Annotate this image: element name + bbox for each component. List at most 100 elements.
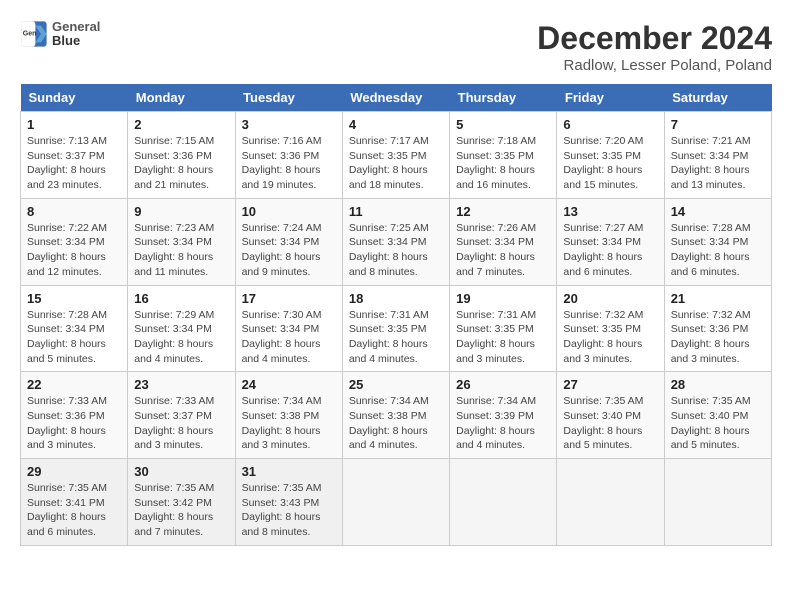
calendar-cell bbox=[557, 459, 664, 546]
calendar-day-header: Thursday bbox=[450, 84, 557, 112]
calendar-cell: 17 Sunrise: 7:30 AM Sunset: 3:34 PM Dayl… bbox=[235, 285, 342, 372]
calendar-table: SundayMondayTuesdayWednesdayThursdayFrid… bbox=[20, 84, 772, 546]
calendar-cell: 28 Sunrise: 7:35 AM Sunset: 3:40 PM Dayl… bbox=[664, 372, 771, 459]
calendar-cell: 25 Sunrise: 7:34 AM Sunset: 3:38 PM Dayl… bbox=[342, 372, 449, 459]
title-area: December 2024 Radlow, Lesser Poland, Pol… bbox=[537, 20, 772, 74]
day-number: 10 bbox=[242, 204, 336, 219]
day-number: 16 bbox=[134, 291, 228, 306]
day-detail: Sunrise: 7:32 AM Sunset: 3:35 PM Dayligh… bbox=[563, 308, 657, 367]
day-detail: Sunrise: 7:13 AM Sunset: 3:37 PM Dayligh… bbox=[27, 134, 121, 193]
calendar-day-header: Friday bbox=[557, 84, 664, 112]
day-number: 21 bbox=[671, 291, 765, 306]
day-detail: Sunrise: 7:27 AM Sunset: 3:34 PM Dayligh… bbox=[563, 221, 657, 280]
day-detail: Sunrise: 7:33 AM Sunset: 3:36 PM Dayligh… bbox=[27, 394, 121, 453]
day-detail: Sunrise: 7:33 AM Sunset: 3:37 PM Dayligh… bbox=[134, 394, 228, 453]
day-number: 17 bbox=[242, 291, 336, 306]
day-number: 19 bbox=[456, 291, 550, 306]
calendar-cell: 1 Sunrise: 7:13 AM Sunset: 3:37 PM Dayli… bbox=[21, 112, 128, 199]
day-number: 8 bbox=[27, 204, 121, 219]
calendar-cell: 12 Sunrise: 7:26 AM Sunset: 3:34 PM Dayl… bbox=[450, 198, 557, 285]
day-number: 29 bbox=[27, 464, 121, 479]
calendar-cell: 5 Sunrise: 7:18 AM Sunset: 3:35 PM Dayli… bbox=[450, 112, 557, 199]
day-detail: Sunrise: 7:18 AM Sunset: 3:35 PM Dayligh… bbox=[456, 134, 550, 193]
day-number: 24 bbox=[242, 377, 336, 392]
day-detail: Sunrise: 7:23 AM Sunset: 3:34 PM Dayligh… bbox=[134, 221, 228, 280]
calendar-header-row: SundayMondayTuesdayWednesdayThursdayFrid… bbox=[21, 84, 772, 112]
calendar-cell: 22 Sunrise: 7:33 AM Sunset: 3:36 PM Dayl… bbox=[21, 372, 128, 459]
day-number: 25 bbox=[349, 377, 443, 392]
calendar-cell: 27 Sunrise: 7:35 AM Sunset: 3:40 PM Dayl… bbox=[557, 372, 664, 459]
day-number: 1 bbox=[27, 117, 121, 132]
day-detail: Sunrise: 7:28 AM Sunset: 3:34 PM Dayligh… bbox=[671, 221, 765, 280]
day-detail: Sunrise: 7:31 AM Sunset: 3:35 PM Dayligh… bbox=[456, 308, 550, 367]
svg-text:Gen: Gen bbox=[23, 31, 37, 38]
page-subtitle: Radlow, Lesser Poland, Poland bbox=[537, 57, 772, 74]
calendar-cell: 4 Sunrise: 7:17 AM Sunset: 3:35 PM Dayli… bbox=[342, 112, 449, 199]
calendar-cell: 3 Sunrise: 7:16 AM Sunset: 3:36 PM Dayli… bbox=[235, 112, 342, 199]
day-detail: Sunrise: 7:34 AM Sunset: 3:39 PM Dayligh… bbox=[456, 394, 550, 453]
calendar-cell: 13 Sunrise: 7:27 AM Sunset: 3:34 PM Dayl… bbox=[557, 198, 664, 285]
calendar-cell: 10 Sunrise: 7:24 AM Sunset: 3:34 PM Dayl… bbox=[235, 198, 342, 285]
logo: Gen General Blue bbox=[20, 20, 100, 49]
day-detail: Sunrise: 7:30 AM Sunset: 3:34 PM Dayligh… bbox=[242, 308, 336, 367]
day-detail: Sunrise: 7:35 AM Sunset: 3:42 PM Dayligh… bbox=[134, 481, 228, 540]
day-number: 28 bbox=[671, 377, 765, 392]
calendar-cell: 20 Sunrise: 7:32 AM Sunset: 3:35 PM Dayl… bbox=[557, 285, 664, 372]
day-number: 15 bbox=[27, 291, 121, 306]
calendar-week-row: 22 Sunrise: 7:33 AM Sunset: 3:36 PM Dayl… bbox=[21, 372, 772, 459]
day-detail: Sunrise: 7:25 AM Sunset: 3:34 PM Dayligh… bbox=[349, 221, 443, 280]
day-detail: Sunrise: 7:17 AM Sunset: 3:35 PM Dayligh… bbox=[349, 134, 443, 193]
day-detail: Sunrise: 7:24 AM Sunset: 3:34 PM Dayligh… bbox=[242, 221, 336, 280]
day-detail: Sunrise: 7:35 AM Sunset: 3:41 PM Dayligh… bbox=[27, 481, 121, 540]
calendar-cell: 21 Sunrise: 7:32 AM Sunset: 3:36 PM Dayl… bbox=[664, 285, 771, 372]
page-title: December 2024 bbox=[537, 20, 772, 57]
calendar-cell bbox=[342, 459, 449, 546]
logo-line2: Blue bbox=[52, 34, 100, 48]
day-number: 9 bbox=[134, 204, 228, 219]
day-detail: Sunrise: 7:29 AM Sunset: 3:34 PM Dayligh… bbox=[134, 308, 228, 367]
calendar-day-header: Tuesday bbox=[235, 84, 342, 112]
calendar-week-row: 1 Sunrise: 7:13 AM Sunset: 3:37 PM Dayli… bbox=[21, 112, 772, 199]
day-number: 3 bbox=[242, 117, 336, 132]
page-header: Gen General Blue December 2024 Radlow, L… bbox=[20, 20, 772, 74]
calendar-cell: 16 Sunrise: 7:29 AM Sunset: 3:34 PM Dayl… bbox=[128, 285, 235, 372]
day-number: 11 bbox=[349, 204, 443, 219]
day-number: 13 bbox=[563, 204, 657, 219]
calendar-cell: 6 Sunrise: 7:20 AM Sunset: 3:35 PM Dayli… bbox=[557, 112, 664, 199]
calendar-cell: 19 Sunrise: 7:31 AM Sunset: 3:35 PM Dayl… bbox=[450, 285, 557, 372]
calendar-cell: 14 Sunrise: 7:28 AM Sunset: 3:34 PM Dayl… bbox=[664, 198, 771, 285]
calendar-cell: 9 Sunrise: 7:23 AM Sunset: 3:34 PM Dayli… bbox=[128, 198, 235, 285]
calendar-cell: 7 Sunrise: 7:21 AM Sunset: 3:34 PM Dayli… bbox=[664, 112, 771, 199]
calendar-cell: 29 Sunrise: 7:35 AM Sunset: 3:41 PM Dayl… bbox=[21, 459, 128, 546]
day-detail: Sunrise: 7:22 AM Sunset: 3:34 PM Dayligh… bbox=[27, 221, 121, 280]
day-number: 31 bbox=[242, 464, 336, 479]
day-number: 30 bbox=[134, 464, 228, 479]
day-detail: Sunrise: 7:35 AM Sunset: 3:40 PM Dayligh… bbox=[671, 394, 765, 453]
day-detail: Sunrise: 7:34 AM Sunset: 3:38 PM Dayligh… bbox=[242, 394, 336, 453]
calendar-week-row: 29 Sunrise: 7:35 AM Sunset: 3:41 PM Dayl… bbox=[21, 459, 772, 546]
calendar-cell: 24 Sunrise: 7:34 AM Sunset: 3:38 PM Dayl… bbox=[235, 372, 342, 459]
logo-line1: General bbox=[52, 20, 100, 34]
day-detail: Sunrise: 7:26 AM Sunset: 3:34 PM Dayligh… bbox=[456, 221, 550, 280]
day-number: 27 bbox=[563, 377, 657, 392]
calendar-cell: 8 Sunrise: 7:22 AM Sunset: 3:34 PM Dayli… bbox=[21, 198, 128, 285]
day-number: 20 bbox=[563, 291, 657, 306]
day-number: 18 bbox=[349, 291, 443, 306]
day-detail: Sunrise: 7:15 AM Sunset: 3:36 PM Dayligh… bbox=[134, 134, 228, 193]
calendar-cell bbox=[450, 459, 557, 546]
day-number: 14 bbox=[671, 204, 765, 219]
calendar-cell: 11 Sunrise: 7:25 AM Sunset: 3:34 PM Dayl… bbox=[342, 198, 449, 285]
calendar-cell bbox=[664, 459, 771, 546]
day-detail: Sunrise: 7:28 AM Sunset: 3:34 PM Dayligh… bbox=[27, 308, 121, 367]
day-number: 12 bbox=[456, 204, 550, 219]
day-detail: Sunrise: 7:32 AM Sunset: 3:36 PM Dayligh… bbox=[671, 308, 765, 367]
calendar-day-header: Saturday bbox=[664, 84, 771, 112]
day-detail: Sunrise: 7:21 AM Sunset: 3:34 PM Dayligh… bbox=[671, 134, 765, 193]
calendar-cell: 26 Sunrise: 7:34 AM Sunset: 3:39 PM Dayl… bbox=[450, 372, 557, 459]
day-detail: Sunrise: 7:35 AM Sunset: 3:40 PM Dayligh… bbox=[563, 394, 657, 453]
day-detail: Sunrise: 7:34 AM Sunset: 3:38 PM Dayligh… bbox=[349, 394, 443, 453]
day-number: 22 bbox=[27, 377, 121, 392]
calendar-cell: 2 Sunrise: 7:15 AM Sunset: 3:36 PM Dayli… bbox=[128, 112, 235, 199]
calendar-day-header: Sunday bbox=[21, 84, 128, 112]
day-number: 6 bbox=[563, 117, 657, 132]
